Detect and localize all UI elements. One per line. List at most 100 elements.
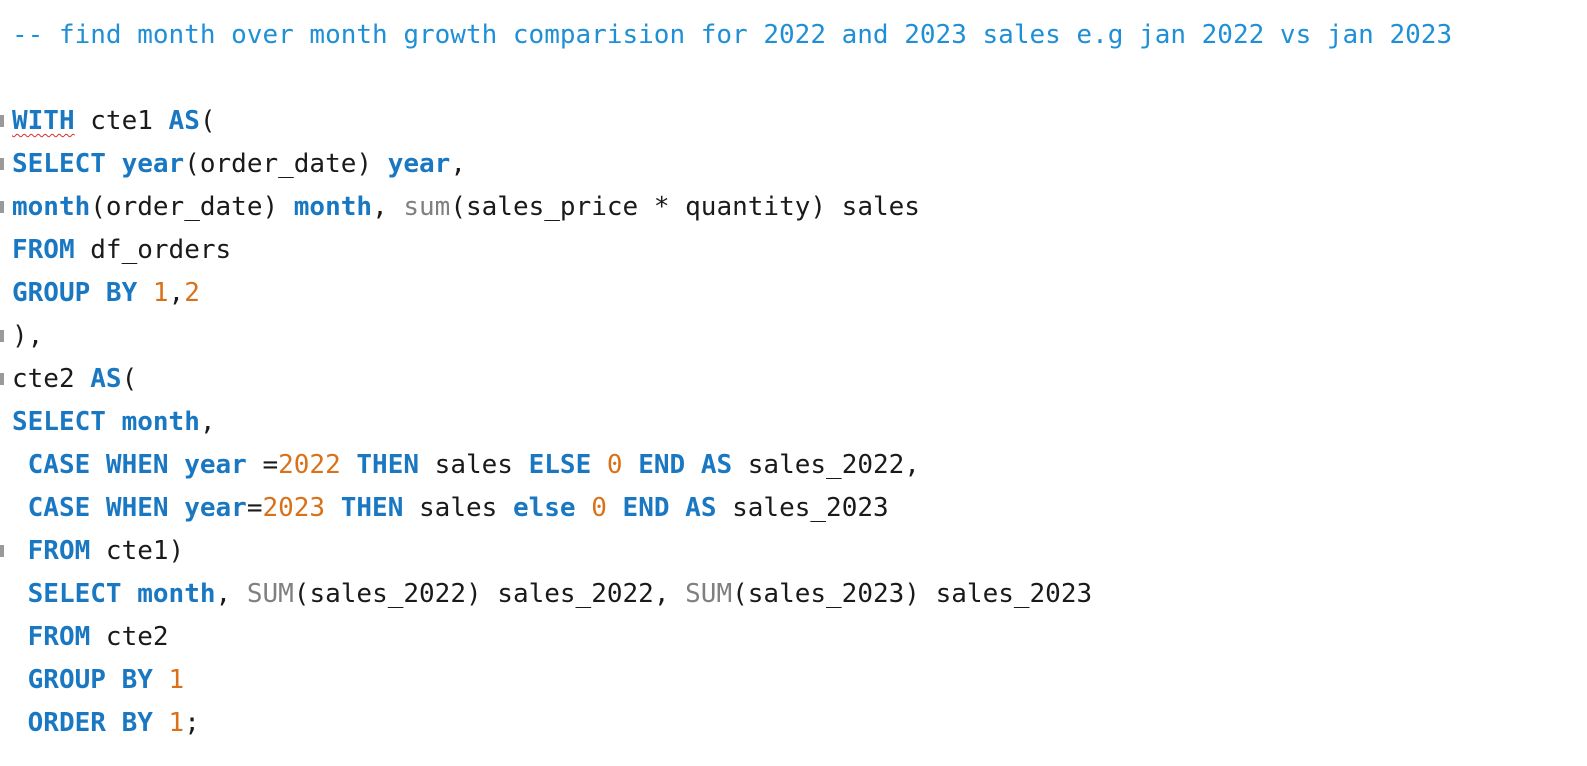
code-token: 2 [184,278,200,308]
fold-marker-icon[interactable] [0,545,4,557]
code-token: CASE WHEN year [27,493,247,523]
fold-marker-icon[interactable] [0,201,4,213]
code-token: month [121,407,200,437]
code-line[interactable]: SELECT month, SUM(sales_2022) sales_2022… [0,573,1587,616]
code-token: ORDER BY [27,708,153,738]
code-line[interactable]: FROM df_orders [0,229,1587,272]
code-token: month [293,192,373,222]
code-token: , [450,149,466,179]
code-token: cte1 [74,106,169,136]
code-token: AS [168,106,200,136]
code-token: (order_date) [184,149,388,179]
code-token: year [387,149,451,179]
code-token: ( [199,106,216,136]
code-token: month [137,579,216,609]
fold-marker-icon[interactable] [0,330,4,342]
code-token: cte2 [90,622,169,652]
sql-editor[interactable]: -- find month over month growth comparis… [0,0,1587,766]
code-token: GROUP BY [27,665,153,695]
code-token: (order_date) [90,192,294,222]
code-token: 2023 [262,493,326,523]
code-line[interactable]: FROM cte2 [0,616,1587,659]
code-token: sales_2022, [732,450,920,480]
code-token: END AS [622,493,717,523]
code-line[interactable]: ), [0,315,1587,358]
code-token: SELECT [12,407,106,437]
code-token: 0 [606,450,623,480]
code-token: SELECT [12,149,106,179]
code-token: SUM [246,579,294,609]
code-token: (sales_price * quantity) sales [450,192,920,222]
code-line[interactable]: CASE WHEN year=2023 THEN sales else 0 EN… [0,487,1587,530]
code-token: SUM [685,579,733,609]
code-line[interactable]: cte2 AS( [0,358,1587,401]
code-token: sales [403,493,513,523]
code-line[interactable]: ORDER BY 1; [0,702,1587,745]
code-token: FROM [27,536,91,566]
code-token: , [215,579,247,609]
code-token: 1 [152,278,169,308]
code-token: , [199,407,216,437]
fold-marker-icon[interactable] [0,115,4,127]
code-token: FROM [12,235,75,265]
code-line[interactable]: CASE WHEN year =2022 THEN sales ELSE 0 E… [0,444,1587,487]
code-token: CASE WHEN year [27,450,247,480]
code-line[interactable] [0,57,1587,100]
code-token: 2022 [278,450,341,480]
code-token: (sales_2023) sales_2023 [732,579,1093,609]
code-token: ( [121,364,138,394]
code-token: month [12,192,91,222]
code-token: = [246,493,263,523]
code-token: cte2 [12,364,91,394]
code-token: THEN [356,450,420,480]
code-token: -- find month over month growth comparis… [12,20,1453,50]
code-token: sales_2023 [716,493,889,523]
fold-marker-icon[interactable] [0,373,4,385]
code-token: ), [12,321,44,351]
code-token: 1 [168,665,185,695]
code-token: else [512,493,576,523]
code-line[interactable]: SELECT year(order_date) year, [0,143,1587,186]
code-token: = [246,450,279,480]
code-line[interactable]: GROUP BY 1 [0,659,1587,702]
code-token: ELSE [528,450,592,480]
code-token: FROM [27,622,91,652]
code-line[interactable]: GROUP BY 1,2 [0,272,1587,315]
code-line[interactable]: FROM cte1) [0,530,1587,573]
code-token: 1 [168,708,185,738]
code-token: , [168,278,185,308]
code-line[interactable]: SELECT month, [0,401,1587,444]
code-token: 0 [591,493,607,523]
fold-marker-icon[interactable] [0,158,4,170]
code-token: GROUP BY [12,278,138,308]
code-token: year [121,149,185,179]
code-line[interactable]: month(order_date) month, sum(sales_price… [0,186,1587,229]
code-token: END AS [638,450,733,480]
code-token: (sales_2022) sales_2022, [293,579,686,609]
code-token: , [372,192,404,222]
code-token: df_orders [74,235,232,265]
code-line[interactable]: -- find month over month growth comparis… [0,14,1587,57]
code-line[interactable]: WITH cte1 AS( [0,100,1587,143]
code-token: sum [403,192,451,222]
code-token: AS [90,364,122,394]
code-token: WITH [12,106,75,136]
code-token: SELECT [27,579,122,609]
